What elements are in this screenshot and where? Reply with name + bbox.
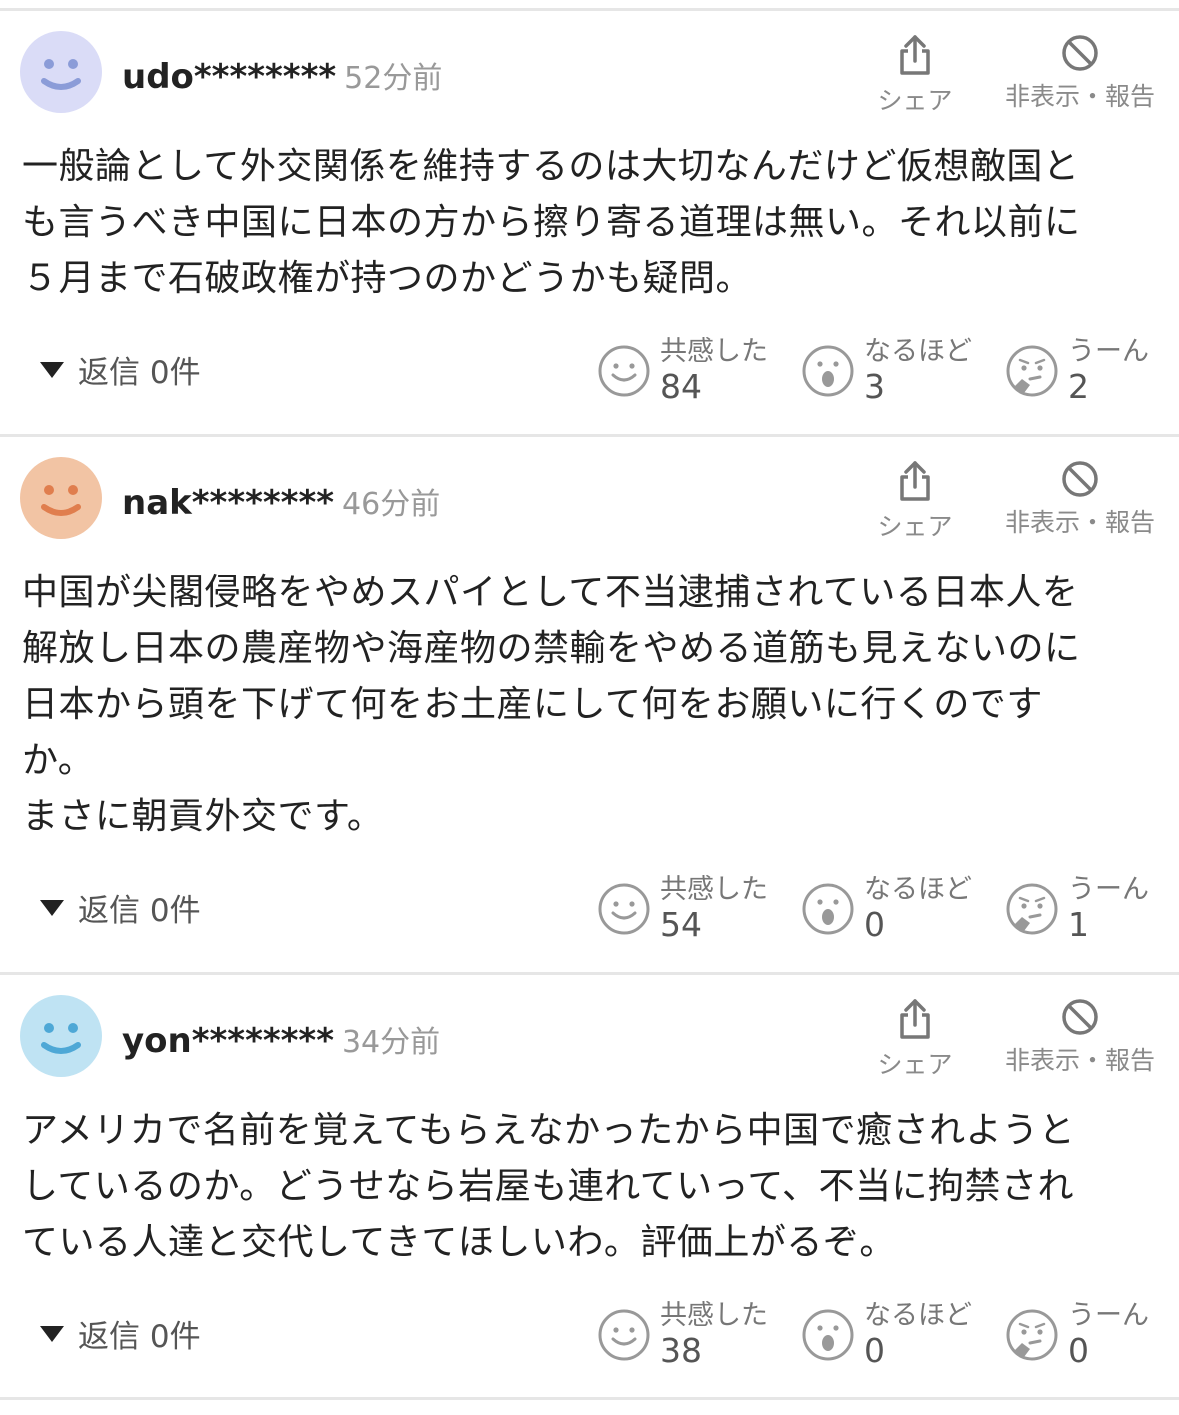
prohibit-icon [1062, 35, 1098, 71]
comment-line: しているのか。どうせなら岩屋も連れていって、不当に拘禁され [22, 1166, 1075, 1207]
comment-line: か。 [22, 740, 95, 781]
reaction-count: 84 [660, 367, 702, 406]
hide-report-label: 非表示・報告 [1004, 1046, 1155, 1075]
share-button[interactable]: シェア [874, 997, 956, 1081]
reaction-empathy-button[interactable]: 共感した 54 [596, 867, 786, 957]
reaction-empathy-button[interactable]: 共感した 38 [596, 1293, 786, 1383]
reply-toggle[interactable]: 返信 0件 [40, 347, 201, 392]
timestamp: 52分前 [344, 61, 443, 96]
reaction-naruhodo-button[interactable]: なるほど 3 [800, 329, 990, 419]
reaction-count: 1 [1068, 905, 1089, 944]
avatar [20, 995, 102, 1077]
comment-text: 中国が尖閣侵略をやめスパイとして不当逮捕されている日本人を 解放し日本の農産物や海… [22, 565, 1152, 845]
reply-count: 返信 0件 [78, 893, 201, 929]
share-button[interactable]: シェア [874, 459, 956, 543]
prohibit-icon [1062, 999, 1098, 1035]
comment-header: udo******** 52分前 [122, 53, 442, 97]
reaction-count: 0 [1068, 1331, 1089, 1370]
share-icon [900, 461, 930, 501]
reaction-empathy-button[interactable]: 共感した 84 [596, 329, 786, 419]
reaction-count: 38 [660, 1331, 702, 1370]
username[interactable]: yon******** [122, 1021, 334, 1061]
comment-header: nak******** 46分前 [122, 479, 440, 523]
reaction-label: なるほど [864, 874, 972, 905]
smile-face-icon [598, 345, 650, 397]
smile-avatar-icon [41, 1023, 81, 1054]
share-label: シェア [877, 86, 953, 115]
thinking-face-icon [1006, 345, 1058, 397]
reaction-label: 共感した [660, 1300, 768, 1331]
reaction-label: なるほど [864, 1300, 972, 1331]
comment-line: ５月まで石破政権が持つのかどうかも疑問。 [22, 258, 753, 299]
timestamp: 46分前 [342, 487, 441, 522]
smile-face-icon [598, 883, 650, 935]
reaction-naruhodo-button[interactable]: なるほど 0 [800, 867, 990, 957]
comment-card: udo******** 52分前 シェア 非表示・報告 一般論として外交関係を維持… [0, 8, 1179, 436]
comment-line: アメリカで名前を覚えてもらえなかったから中国で癒されようと [22, 1110, 1076, 1151]
prohibit-icon [1062, 461, 1098, 497]
triangle-down-icon [40, 899, 64, 916]
surprised-face-icon [802, 883, 854, 935]
avatar [20, 457, 102, 539]
avatar [20, 31, 102, 113]
reaction-uun-button[interactable]: うーん 0 [1004, 1293, 1179, 1383]
comment-header: yon******** 34分前 [122, 1017, 440, 1061]
smile-avatar-icon [41, 485, 81, 516]
surprised-face-icon [802, 345, 854, 397]
comment-line: 中国が尖閣侵略をやめスパイとして不当逮捕されている日本人を [22, 572, 1079, 613]
reaction-label: うーん [1068, 336, 1149, 367]
comment-line: 一般論として外交関係を維持するのは大切なんだけど仮想敵国と [22, 146, 1080, 187]
share-button[interactable]: シェア [874, 33, 956, 117]
comment-line: まさに朝貢外交です。 [22, 796, 384, 837]
hide-report-button[interactable]: 非表示・報告 [1000, 33, 1160, 113]
reaction-count: 3 [864, 367, 885, 406]
reply-toggle[interactable]: 返信 0件 [40, 1311, 201, 1356]
share-label: シェア [877, 1050, 953, 1079]
reaction-count: 0 [864, 905, 885, 944]
reaction-uun-button[interactable]: うーん 2 [1004, 329, 1179, 419]
smile-avatar-icon [41, 59, 81, 90]
reaction-count: 2 [1068, 367, 1089, 406]
username[interactable]: nak******** [122, 483, 334, 523]
comment-card: nak******** 46分前 シェア 非表示・報告 中国が尖閣侵略をやめスパイ… [0, 434, 1179, 974]
triangle-down-icon [40, 361, 64, 378]
reaction-naruhodo-button[interactable]: なるほど 0 [800, 1293, 990, 1383]
comment-line: 日本から頭を下げて何をお土産にして何をお願いに行くのです [22, 684, 1043, 725]
comment-line: 解放し日本の農産物や海産物の禁輸をやめる道筋も見えないのに [22, 628, 1081, 669]
reaction-label: なるほど [864, 336, 972, 367]
share-label: シェア [877, 512, 953, 541]
hide-report-button[interactable]: 非表示・報告 [1000, 997, 1160, 1077]
comment-line: ている人達と交代してきてほしいわ。評価上がるぞ。 [22, 1222, 896, 1263]
hide-report-label: 非表示・報告 [1004, 508, 1155, 537]
comment-card: yon******** 34分前 シェア 非表示・報告 アメリカで名前を覚えてもら… [0, 972, 1179, 1400]
reaction-label: うーん [1068, 874, 1149, 905]
share-icon [900, 999, 930, 1039]
hide-report-label: 非表示・報告 [1004, 82, 1155, 111]
surprised-face-icon [802, 1309, 854, 1361]
smile-face-icon [598, 1309, 650, 1361]
share-icon [900, 35, 930, 75]
comment-line: も言うべき中国に日本の方から擦り寄る道理は無い。それ以前に [22, 202, 1081, 243]
username[interactable]: udo******** [122, 57, 336, 97]
reaction-label: うーん [1068, 1300, 1149, 1331]
thinking-face-icon [1006, 1309, 1058, 1361]
thinking-face-icon [1006, 883, 1058, 935]
reaction-uun-button[interactable]: うーん 1 [1004, 867, 1179, 957]
timestamp: 34分前 [341, 1025, 441, 1060]
comment-text: アメリカで名前を覚えてもらえなかったから中国で癒されようと しているのか。どうせな… [22, 1103, 1152, 1271]
reaction-count: 54 [660, 905, 702, 944]
hide-report-button[interactable]: 非表示・報告 [1000, 459, 1160, 539]
reply-count: 返信 0件 [78, 1319, 201, 1355]
reply-toggle[interactable]: 返信 0件 [40, 885, 201, 930]
triangle-down-icon [40, 1325, 64, 1342]
reaction-label: 共感した [660, 874, 768, 905]
comment-text: 一般論として外交関係を維持するのは大切なんだけど仮想敵国と も言うべき中国に日本の… [22, 139, 1152, 307]
reaction-label: 共感した [660, 336, 768, 367]
reaction-count: 0 [864, 1331, 885, 1370]
reply-count: 返信 0件 [78, 355, 201, 391]
